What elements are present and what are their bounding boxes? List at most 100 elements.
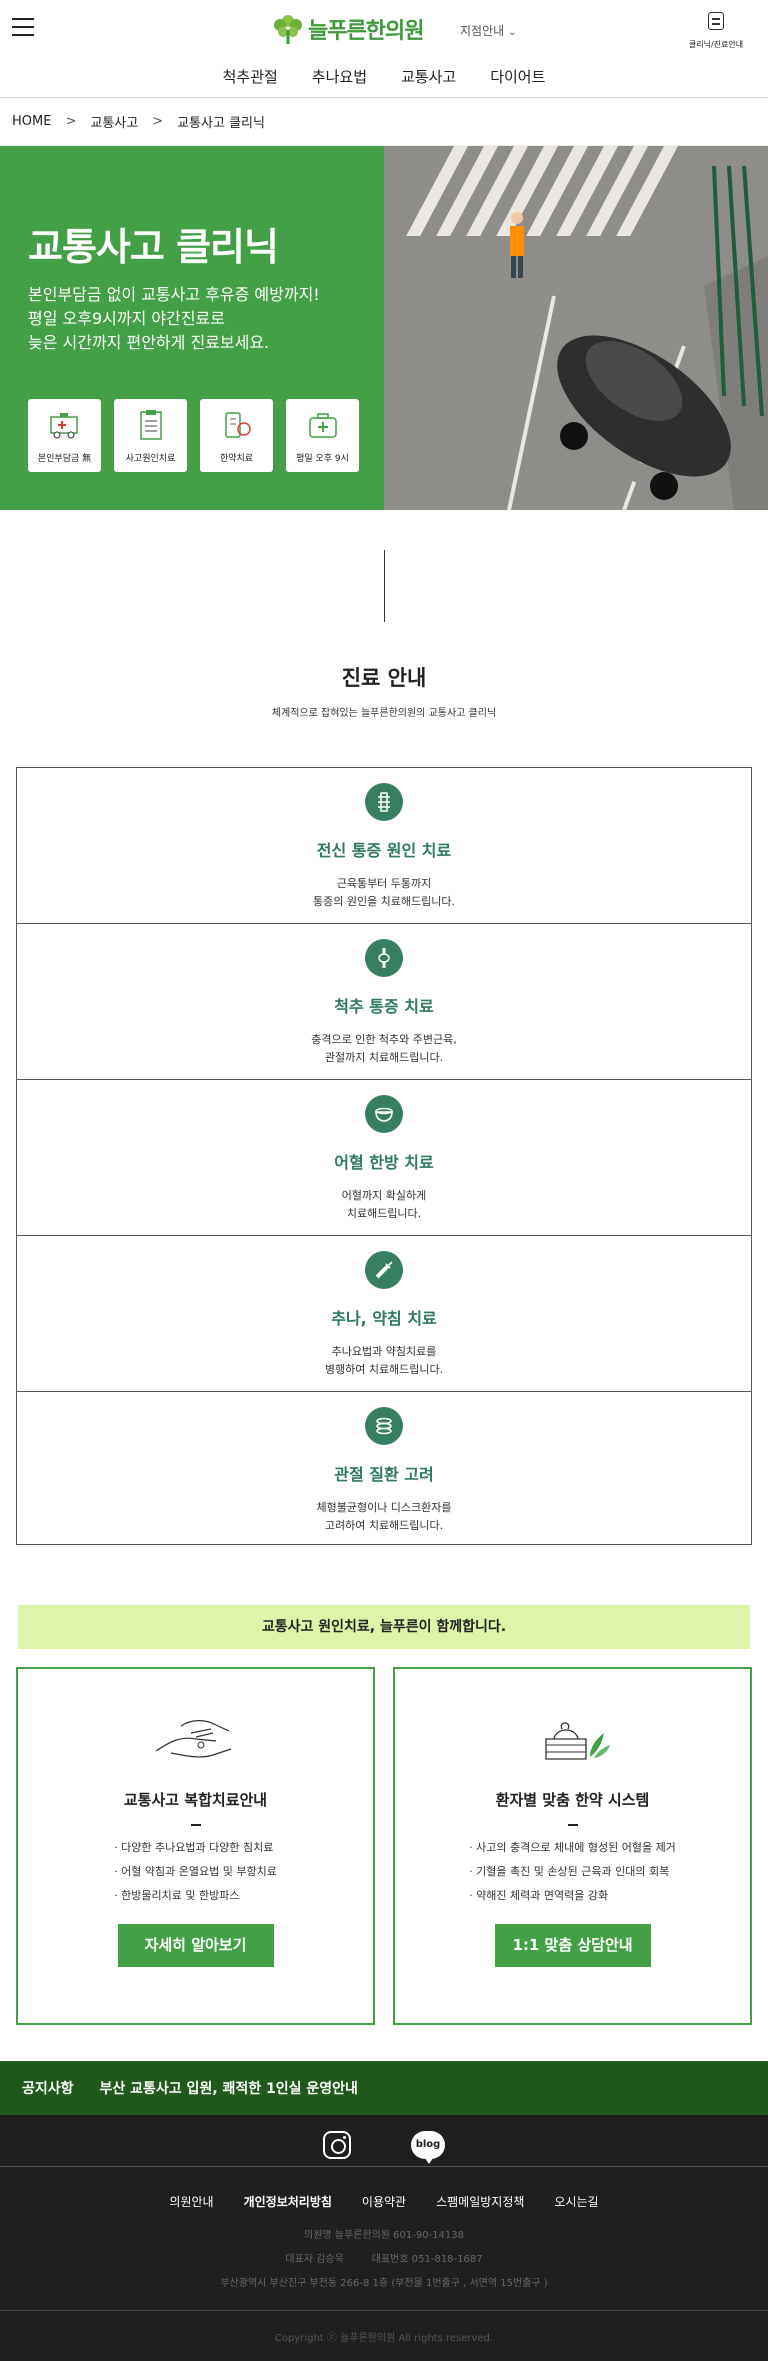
card-list-item: · 다양한 추나요법과 다양한 침치료 — [114, 1841, 274, 1854]
feature-label: 본인부담금 無 — [37, 454, 92, 464]
treatment-name: 척추 통증 치료 — [334, 997, 434, 1016]
hands-icon — [155, 1720, 231, 1758]
treatment-desc: 충격으로 인한 척추와 주변근육, 관절까지 치료해드립니다. — [311, 1033, 457, 1064]
learn-more-button[interactable]: 자세히 알아보기 — [117, 1924, 274, 1967]
branch-label: 지점안내 — [460, 24, 505, 38]
footer-link-terms[interactable]: 이용약관 — [362, 2193, 406, 2210]
notice-bar[interactable]: 공지사항 부산 교통사고 입원, 쾌적한 1인실 운영안내 — [0, 2061, 768, 2115]
treatment-item: 어혈 한방 치료 어혈까지 확실하게 치료해드립니다. — [17, 1080, 751, 1236]
card-list-item: · 사고의 충격으로 체내에 형성된 어혈을 제거 — [469, 1841, 676, 1854]
breadcrumb-traffic[interactable]: 교통사고 — [90, 112, 138, 131]
breadcrumb: HOME > 교통사고 > 교통사고 클리닉 — [0, 98, 768, 146]
feature-cause-treatment: 사고원인치료 — [114, 399, 187, 472]
medicine-icon — [224, 412, 251, 438]
logo-text: 늘푸른한의원 — [308, 19, 424, 44]
card-title: 환자별 맞춤 한약 시스템 — [495, 1791, 650, 1809]
consult-button[interactable]: 1:1 맞춤 상담안내 — [494, 1924, 651, 1967]
feature-label: 평일 오후 9시 — [296, 454, 349, 464]
treatment-list: 전신 통증 원인 치료 근육통부터 두통까지 통증의 원인을 치료해드립니다. 척… — [16, 767, 752, 1545]
footer-rep-phone: 대표자 김승욱 대표번호 051-818-1687 — [285, 2254, 483, 2265]
footer-link-privacy[interactable]: 개인정보처리방침 — [244, 2193, 332, 2210]
disc-icon — [365, 1407, 403, 1445]
divider — [190, 1824, 201, 1826]
footer-link-directions[interactable]: 오시는길 — [554, 2193, 598, 2210]
section-subtitle: 체계적으로 잡혀있는 늘푸른한의원의 교통사고 클리닉 — [271, 708, 497, 719]
nav-item-traffic[interactable]: 교통사고 — [401, 62, 456, 97]
treatment-desc: 체형불균형이나 디스크환자를 고려하여 치료해드립니다. — [316, 1501, 452, 1532]
document-icon — [708, 12, 724, 30]
treatment-desc: 근육통부터 두통까지 통증의 원인을 치료해드립니다. — [312, 877, 456, 908]
footer-link-spam-policy[interactable]: 스팸메일방지정책 — [436, 2193, 524, 2210]
herb-package-icon — [544, 1722, 610, 1760]
hero: 교통사고 클리닉 본인부담금 없이 교통사고 후유증 예방까지! 평일 오후9시… — [0, 146, 768, 510]
card-title: 교통사고 복합치료안내 — [123, 1791, 268, 1809]
hero-desc-line: 본인부담금 없이 교통사고 후유증 예방까지! — [28, 285, 320, 304]
info-cards: 교통사고 복합치료안내 · 다양한 추나요법과 다양한 침치료 · 어혈 약침과… — [16, 1667, 752, 2025]
treatment-item: 관절 질환 고려 체형불균형이나 디스크환자를 고려하여 치료해드립니다. — [17, 1392, 751, 1544]
treatment-name: 관절 질환 고려 — [334, 1465, 434, 1484]
main-nav: 척추관절 추나요법 교통사고 다이어트 — [0, 62, 768, 98]
card-list: · 다양한 추나요법과 다양한 침치료 · 어혈 약침과 온열요법 및 부항치료… — [114, 1836, 277, 1908]
syringe-icon — [365, 1251, 403, 1289]
notice-text[interactable]: 부산 교통사고 입원, 쾌적한 1인실 운영안내 — [100, 2078, 358, 2098]
info-card-custom-herbal: 환자별 맞춤 한약 시스템 · 사고의 충격으로 체내에 형성된 어혈을 제거 … — [393, 1667, 752, 2025]
footer-info: 의원명 늘푸른한의원 601-90-14138 대표자 김승욱 대표번호 051-… — [0, 2224, 768, 2296]
hero-description: 본인부담금 없이 교통사고 후유증 예방까지! 평일 오후9시까지 야간진료로 … — [28, 283, 384, 355]
card-list-item: · 기혈을 촉진 및 손상된 근육과 인대의 회복 — [469, 1865, 670, 1878]
hero-text-panel: 교통사고 클리닉 본인부담금 없이 교통사고 후유증 예방까지! 평일 오후9시… — [0, 146, 384, 510]
clipboard-icon — [139, 410, 162, 440]
treatment-item: 추나, 약침 치료 추나요법과 약침치료를 병행하여 치료해드립니다. — [17, 1236, 751, 1392]
nav-item-spine[interactable]: 척추관절 — [223, 62, 278, 97]
menu-icon[interactable] — [12, 18, 34, 36]
feature-label: 사고원인치료 — [125, 454, 176, 464]
footer-address: 부산광역시 부산진구 부전동 266-8 1층 (부전몰 1번출구 , 서면역 … — [220, 2278, 548, 2289]
nav-item-diet[interactable]: 다이어트 — [490, 62, 545, 97]
divider — [567, 1824, 578, 1826]
branch-select[interactable]: 지점안내 ⌄ — [460, 22, 517, 39]
treatment-name: 어혈 한방 치료 — [334, 1153, 434, 1172]
treatment-desc: 어혈까지 확실하게 치료해드립니다. — [341, 1189, 427, 1220]
card-list: · 사고의 충격으로 체내에 형성된 어혈을 제거 · 기혈을 촉진 및 손상된… — [469, 1836, 676, 1908]
footer-links: 의원안내 개인정보처리방침 이용약관 스팸메일방지정책 오시는길 — [0, 2193, 768, 2210]
treatment-name: 전신 통증 원인 치료 — [316, 841, 452, 860]
info-card-combined-treatment: 교통사고 복합치료안내 · 다양한 추나요법과 다양한 침치료 · 어혈 약침과… — [16, 1667, 375, 2025]
clinic-guide-label: 클리닉/진료안내 — [688, 40, 744, 49]
hero-title: 교통사고 클리닉 — [28, 225, 279, 269]
footer-clinic-name: 의원명 늘푸른한의원 601-90-14138 — [304, 2230, 464, 2241]
nav-item-chuna[interactable]: 추나요법 — [312, 62, 367, 97]
spine-icon — [365, 783, 403, 821]
collab-banner: 교통사고 원인치료, 늘푸른이 함께합니다. — [18, 1605, 750, 1649]
feature-label: 한약치료 — [219, 454, 254, 464]
card-list-item: · 어혈 약침과 온열요법 및 부항치료 — [114, 1865, 277, 1878]
divider-line — [383, 550, 385, 622]
hero-desc-line: 평일 오후9시까지 야간진료로 — [28, 309, 225, 328]
tree-logo-icon — [274, 15, 302, 44]
hero-image — [384, 146, 768, 510]
breadcrumb-current: 교통사고 클리닉 — [177, 116, 265, 131]
hero-desc-line: 늦은 시간까지 편안하게 진료보세요. — [28, 333, 270, 352]
treatment-desc: 추나요법과 약침치료를 병행하여 치료해드립니다. — [324, 1345, 444, 1376]
feature-herbal: 한약치료 — [200, 399, 273, 472]
treatment-item: 척추 통증 치료 충격으로 인한 척추와 주변근육, 관절까지 치료해드립니다. — [17, 924, 751, 1080]
social-links: blog — [0, 2115, 768, 2167]
feature-night-hours: 평일 오후 9시 — [286, 399, 359, 472]
hero-feature-icons: 본인부담금 無 사고원인치료 한약치료 평일 오후 9시 — [28, 399, 359, 472]
chevron-right-icon: > — [65, 114, 77, 129]
copyright: Copyright ⓒ 늘푸른한의원 All rights reserved. — [0, 2310, 768, 2344]
footer-link-about[interactable]: 의원안내 — [169, 2193, 213, 2210]
blog-icon[interactable]: blog — [411, 2130, 445, 2164]
chevron-down-icon: ⌄ — [508, 27, 517, 38]
footer: blog 의원안내 개인정보처리방침 이용약관 스팸메일방지정책 오시는길 의원… — [0, 2115, 768, 2361]
ambulance-icon — [49, 413, 78, 439]
notice-label: 공지사항 — [22, 2081, 74, 2097]
card-list-item: · 한방물리치료 및 한방파스 — [114, 1889, 240, 1902]
logo[interactable]: 늘푸른한의원 — [272, 12, 424, 46]
clinic-guide-button[interactable]: 클리닉/진료안내 — [688, 12, 744, 51]
card-list-item: · 약해진 체력과 면역력을 강화 — [469, 1889, 609, 1902]
herbal-bowl-icon — [365, 1095, 403, 1133]
joint-icon — [365, 939, 403, 977]
instagram-icon[interactable] — [323, 2130, 351, 2159]
breadcrumb-home[interactable]: HOME — [12, 114, 51, 129]
section-title: 진료 안내 — [341, 666, 427, 690]
treatment-name: 추나, 약침 치료 — [331, 1309, 437, 1328]
